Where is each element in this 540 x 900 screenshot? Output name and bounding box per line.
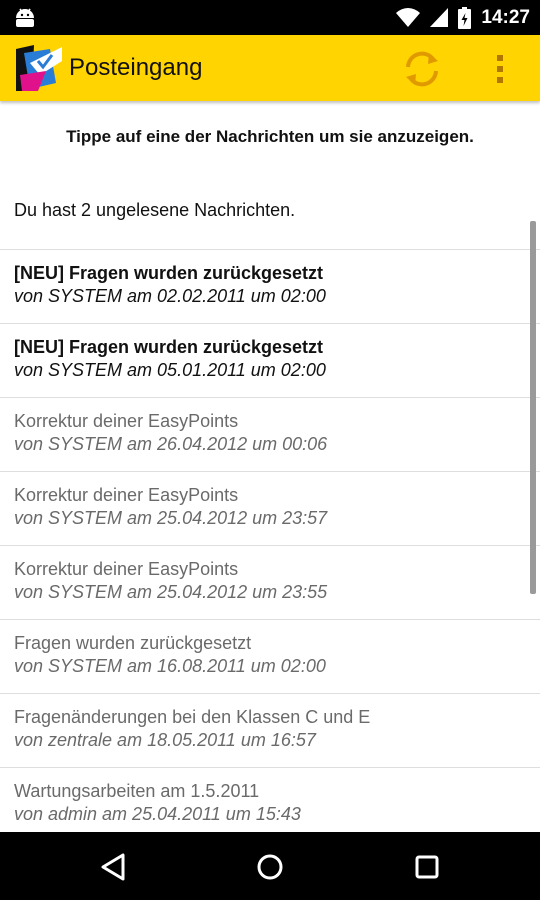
message-meta: von admin am 25.04.2011 um 15:43 [14, 804, 301, 824]
message-meta: von SYSTEM am 25.04.2012 um 23:55 [14, 582, 328, 602]
message-subject: [NEU] Fragen wurden zurückgesetzt [14, 263, 324, 283]
status-bar: 14:27 [0, 0, 540, 35]
back-icon[interactable] [96, 850, 130, 884]
message-list-item[interactable]: Fragen wurden zurückgesetzt von SYSTEM am… [0, 620, 540, 694]
status-time: 14:27 [481, 6, 530, 28]
message-meta: von SYSTEM am 05.01.2011 um 02:00 [14, 360, 326, 380]
message-subject: [NEU] Fragen wurden zurückgesetzt [14, 337, 324, 357]
message-subject: Fragen wurden zurückgesetzt [14, 633, 252, 653]
message-list[interactable]: [NEU] Fragen wurden zurückgesetzt von SYS… [0, 250, 540, 832]
unread-count-text: Du hast 2 ungelesene Nachrichten. [14, 200, 296, 220]
page-title: Posteingang [69, 54, 203, 81]
message-list-item[interactable]: [NEU] Fragen wurden zurückgesetzt von SYS… [0, 324, 540, 398]
message-subject: Fragenänderungen bei den Klassen C und E [14, 707, 371, 727]
overflow-menu-icon[interactable] [488, 49, 512, 89]
home-icon[interactable] [253, 850, 287, 884]
message-list-item[interactable]: Korrektur deiner EasyPoints von SYSTEM am… [0, 472, 540, 546]
inbox-content: Tippe auf eine der Nachrichten um sie an… [0, 101, 540, 832]
message-subject: Korrektur deiner EasyPoints [14, 485, 239, 505]
instruction-text: Tippe auf eine der Nachrichten um sie an… [66, 127, 474, 146]
app-logo-icon [16, 45, 62, 91]
message-meta: von SYSTEM am 26.04.2012 um 00:06 [14, 434, 328, 454]
message-list-item[interactable]: Korrektur deiner EasyPoints von SYSTEM am… [0, 398, 540, 472]
recents-icon[interactable] [410, 850, 444, 884]
navigation-bar [0, 832, 540, 900]
message-meta: von zentrale am 18.05.2011 um 16:57 [14, 730, 316, 750]
signal-icon [430, 7, 449, 27]
app-bar: Posteingang [0, 35, 540, 101]
message-subject: Korrektur deiner EasyPoints [14, 411, 239, 431]
message-list-item[interactable]: Wartungsarbeiten am 1.5.2011 von admin am… [0, 768, 540, 832]
message-list-item[interactable]: [NEU] Fragen wurden zurückgesetzt von SYS… [0, 250, 540, 324]
battery-icon [458, 6, 472, 29]
message-list-item[interactable]: Korrektur deiner EasyPoints von SYSTEM am… [0, 546, 540, 620]
message-meta: von SYSTEM am 02.02.2011 um 02:00 [14, 286, 326, 306]
wifi-icon [396, 7, 421, 27]
android-icon [16, 8, 34, 27]
message-meta: von SYSTEM am 16.08.2011 um 02:00 [14, 656, 326, 676]
refresh-icon[interactable] [402, 49, 442, 89]
message-subject: Korrektur deiner EasyPoints [14, 559, 239, 579]
message-meta: von SYSTEM am 25.04.2012 um 23:57 [14, 508, 328, 528]
scrollbar[interactable] [530, 221, 536, 594]
message-list-item[interactable]: Fragenänderungen bei den Klassen C und E… [0, 694, 540, 768]
message-subject: Wartungsarbeiten am 1.5.2011 [14, 781, 260, 801]
